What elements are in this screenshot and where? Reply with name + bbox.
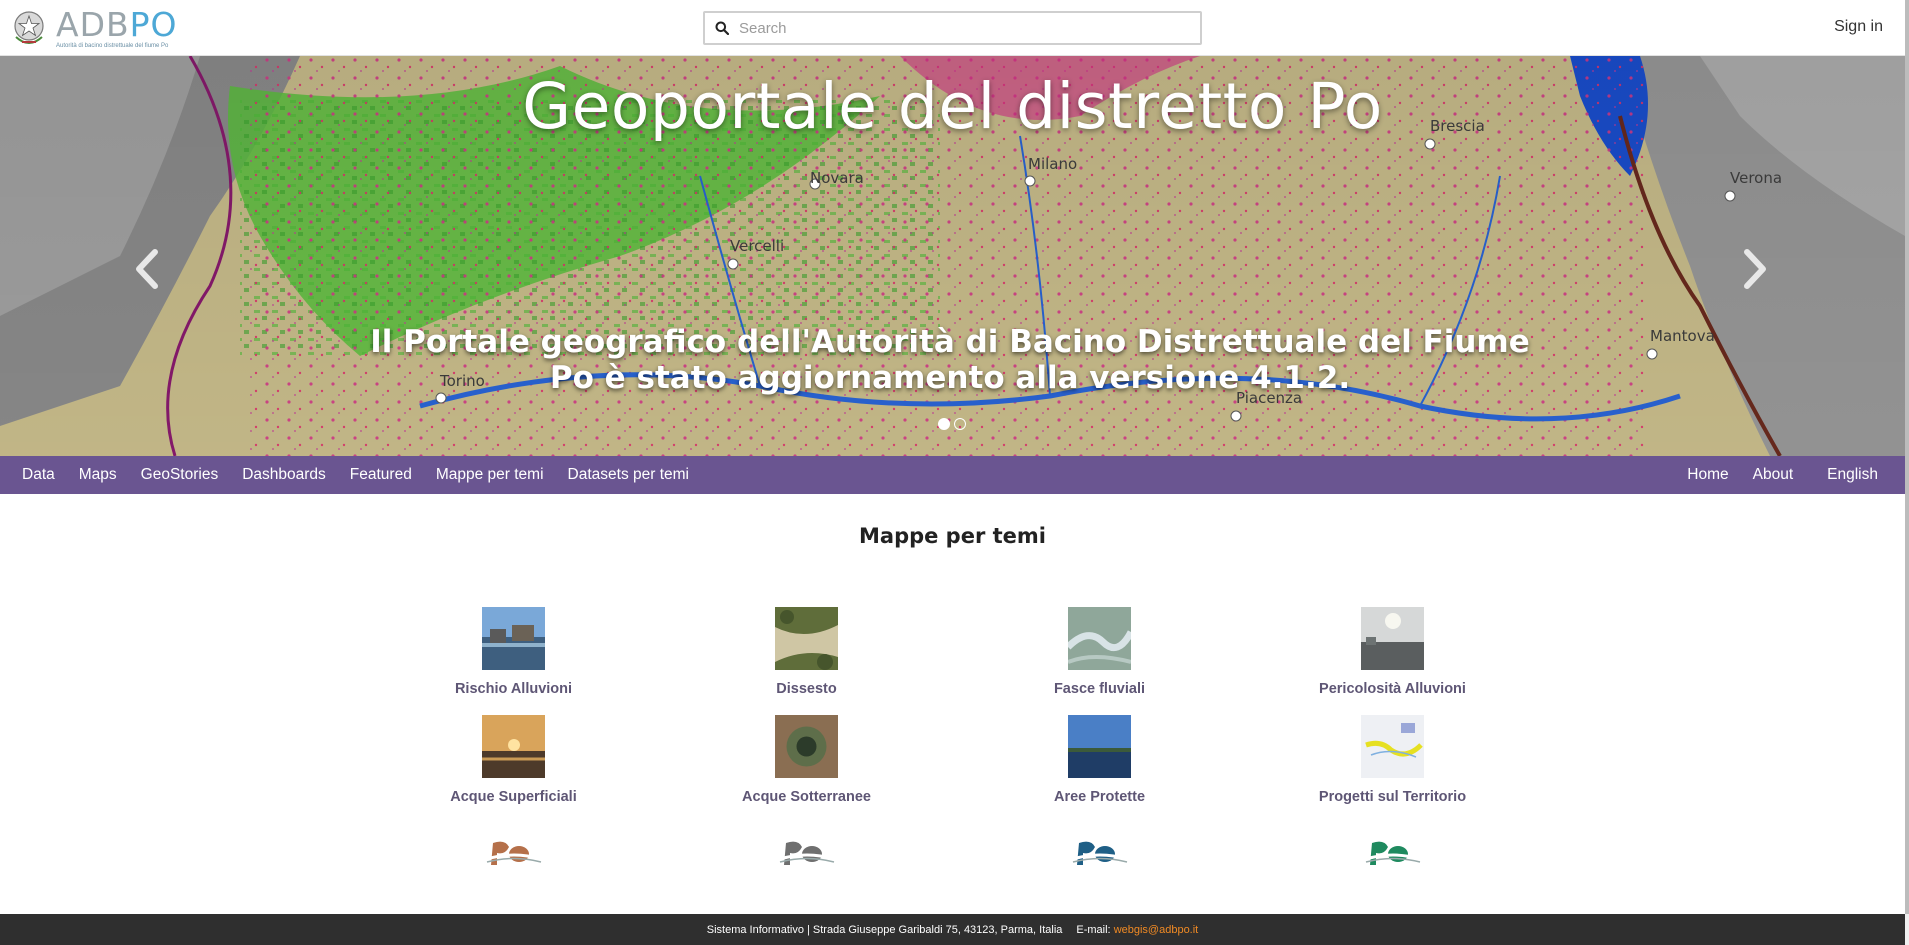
carousel-dot-2[interactable]	[954, 418, 966, 430]
footer-email-block: E-mail: webgis@adbpo.it	[1076, 924, 1198, 936]
map-label: Vercelli	[730, 237, 784, 255]
theme-card-label: Rischio Alluvioni	[454, 681, 573, 697]
theme-grid: Rischio Alluvioni Dissesto Fasce fluvial…	[367, 607, 1539, 805]
footer-email-label: E-mail:	[1076, 923, 1111, 936]
theme-card-label: Acque Superficiali	[450, 789, 577, 805]
nav-geostories[interactable]: GeoStories	[129, 466, 231, 484]
scrollbar-thumb[interactable]	[1905, 0, 1909, 914]
nav-mappe-per-temi[interactable]: Mappe per temi	[424, 466, 556, 484]
carousel-prev-icon[interactable]	[127, 246, 167, 292]
nav-about[interactable]: About	[1741, 466, 1806, 484]
section-title: Mappe per temi	[859, 524, 1046, 548]
map-label: Verona	[1730, 169, 1782, 187]
flood-photo-thumbnail	[482, 607, 545, 670]
carousel-dot-1[interactable]	[938, 418, 950, 430]
map-label: Mantova	[1650, 327, 1715, 345]
well-photo-thumbnail	[775, 715, 838, 778]
map-thumbnail-image	[1361, 715, 1424, 778]
hero-carousel: Novara Milano Brescia Verona Vercelli To…	[0, 56, 1905, 456]
theme-card-progetti-sul-territorio[interactable]: Progetti sul Territorio	[1246, 715, 1539, 805]
po-plan-row	[367, 839, 1539, 869]
logo-wordmark: ADBPO	[56, 4, 178, 44]
theme-card-label: Dissesto	[776, 681, 837, 697]
nav-maps[interactable]: Maps	[67, 466, 129, 484]
po-plan-card-1[interactable]	[367, 839, 660, 869]
nav-datasets-per-temi[interactable]: Datasets per temi	[556, 466, 701, 484]
navbar-right: Home About English	[1675, 466, 1905, 484]
sunset-river-photo-thumbnail	[482, 715, 545, 778]
republic-emblem-icon	[14, 11, 44, 44]
theme-card-aree-protette[interactable]: Aree Protette	[953, 715, 1246, 805]
po-logo-icon	[1365, 841, 1420, 865]
logo-subtitle: Autorità di bacino distrettuale del fium…	[56, 42, 169, 49]
theme-card-acque-superficiali[interactable]: Acque Superficiali	[367, 715, 660, 805]
map-label: Novara	[810, 169, 864, 187]
carousel-indicators	[938, 418, 966, 430]
search-box	[703, 11, 1202, 45]
theme-card-label: Aree Protette	[1053, 789, 1146, 805]
theme-card-label: Progetti sul Territorio	[1318, 789, 1467, 805]
page: ADBPO Autorità di bacino distrettuale de…	[0, 0, 1909, 945]
flood-hazard-photo-thumbnail	[1361, 607, 1424, 670]
landslide-photo-thumbnail	[775, 607, 838, 670]
po-logo-icon	[1072, 841, 1127, 865]
nav-dashboards[interactable]: Dashboards	[230, 466, 338, 484]
lake-photo-thumbnail	[1068, 715, 1131, 778]
theme-card-rischio-alluvioni[interactable]: Rischio Alluvioni	[367, 607, 660, 697]
po-plan-card-2[interactable]	[660, 839, 953, 869]
search-icon[interactable]	[705, 21, 739, 35]
top-header: ADBPO Autorità di bacino distrettuale de…	[0, 0, 1905, 56]
carousel-next-icon[interactable]	[1735, 246, 1775, 292]
footer-email-link[interactable]: webgis@adbpo.it	[1114, 924, 1199, 936]
nav-home[interactable]: Home	[1675, 466, 1740, 484]
main-content: Mappe per temi Rischio Alluvioni Dissest…	[0, 494, 1905, 914]
nav-data[interactable]: Data	[0, 466, 67, 484]
theme-card-dissesto[interactable]: Dissesto	[660, 607, 953, 697]
site-logo[interactable]: ADBPO Autorità di bacino distrettuale de…	[12, 6, 178, 50]
theme-card-acque-sotterranee[interactable]: Acque Sotterranee	[660, 715, 953, 805]
footer-info: Sistema Informativo | Strada Giuseppe Ga…	[706, 923, 1063, 936]
po-plan-card-4[interactable]	[1246, 839, 1539, 869]
sign-in-link[interactable]: Sign in	[1834, 18, 1883, 36]
hero-title: Geoportale del distretto Po	[522, 70, 1383, 143]
theme-card-label: Acque Sotterranee	[742, 789, 871, 805]
theme-card-label: Fasce fluviali	[1053, 681, 1146, 697]
po-logo-icon	[779, 841, 834, 865]
search-input[interactable]	[739, 19, 1200, 37]
main-navbar: Data Maps GeoStories Dashboards Featured…	[0, 456, 1905, 494]
po-plan-card-3[interactable]	[953, 839, 1246, 869]
po-logo-icon	[486, 841, 541, 865]
navbar-left: Data Maps GeoStories Dashboards Featured…	[0, 466, 701, 484]
theme-card-label: Pericolosità Alluvioni	[1319, 681, 1466, 697]
river-aerial-photo-thumbnail	[1068, 607, 1131, 670]
page-footer: Sistema Informativo | Strada Giuseppe Ga…	[0, 914, 1905, 945]
map-label: Milano	[1028, 155, 1077, 173]
nav-featured[interactable]: Featured	[338, 466, 424, 484]
nav-language[interactable]: English	[1805, 466, 1905, 484]
logo-text: ADBPO Autorità di bacino distrettuale de…	[56, 4, 178, 49]
theme-card-pericolosita-alluvioni[interactable]: Pericolosità Alluvioni	[1246, 607, 1539, 697]
theme-card-fasce-fluviali[interactable]: Fasce fluviali	[953, 607, 1246, 697]
page-scrollbar[interactable]	[1905, 0, 1909, 945]
hero-caption: Il Portale geografico dell'Autorità di B…	[370, 324, 1530, 396]
